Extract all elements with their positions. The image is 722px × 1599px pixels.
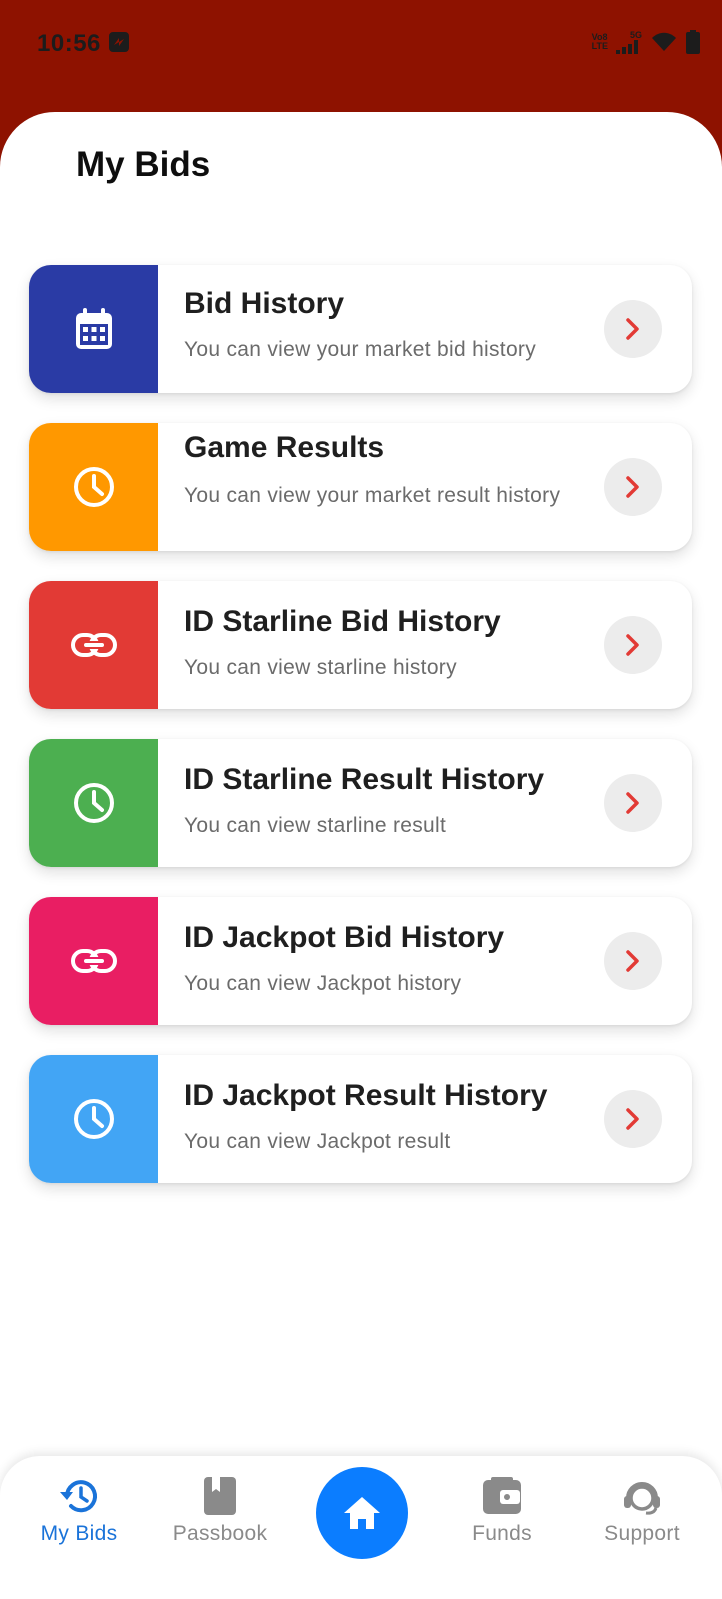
card-title: ID Starline Bid History — [184, 605, 501, 638]
history-icon — [60, 1480, 97, 1513]
card-title: Bid History — [184, 287, 345, 320]
card-game-results[interactable]: Game Results You can view your market re… — [29, 423, 692, 551]
card-starline-result-history[interactable]: ID Starline Result History You can view … — [29, 739, 692, 867]
card-jackpot-result-history[interactable]: ID Jackpot Result History You can view J… — [29, 1055, 692, 1183]
chevron-right-button[interactable] — [604, 932, 662, 990]
card-title: ID Starline Result History — [184, 763, 545, 796]
chevron-right-icon — [626, 634, 639, 656]
signal-icon — [616, 39, 638, 54]
card-title: ID Jackpot Result History — [184, 1079, 548, 1112]
chevron-right-icon — [626, 476, 639, 498]
chevron-right-button[interactable] — [604, 1090, 662, 1148]
page-title: My Bids — [76, 145, 211, 184]
wallet-icon — [483, 1477, 521, 1514]
nav-label: My Bids — [40, 1522, 118, 1545]
chevron-right-button[interactable] — [604, 300, 662, 358]
nav-item-support[interactable]: Support — [582, 1476, 702, 1546]
card-starline-bid-history[interactable]: ID Starline Bid History You can view sta… — [29, 581, 692, 709]
nav-item-my-bids[interactable]: My Bids — [19, 1476, 139, 1546]
chevron-right-icon — [626, 1108, 639, 1130]
card-title: Game Results — [184, 431, 385, 464]
link-icon — [70, 633, 117, 657]
card-subtitle: You can view starline history — [184, 656, 457, 679]
card-title: ID Jackpot Bid History — [184, 921, 505, 954]
nav-label: Passbook — [172, 1522, 268, 1545]
home-button[interactable] — [316, 1467, 408, 1559]
status-time: 10:56 — [37, 30, 101, 57]
card-icon-strip — [29, 581, 158, 709]
support-icon — [624, 1482, 660, 1515]
card-icon-strip — [29, 1055, 158, 1183]
chevron-right-icon — [626, 950, 639, 972]
network-gen-label: 5G — [629, 29, 642, 40]
card-subtitle: You can view starline result — [184, 814, 447, 837]
card-subtitle: You can view your market bid history — [184, 338, 537, 361]
chevron-right-button[interactable] — [604, 616, 662, 674]
chevron-right-button[interactable] — [604, 774, 662, 832]
card-icon-strip — [29, 423, 158, 551]
card-icon-strip — [29, 897, 158, 1025]
chevron-right-button[interactable] — [604, 458, 662, 516]
nav-item-funds[interactable]: Funds — [442, 1476, 562, 1546]
card-subtitle: You can view Jackpot history — [184, 972, 462, 995]
battery-icon — [686, 30, 700, 54]
network-indicator: Vo8 LTE — [592, 33, 608, 51]
book-icon — [204, 1477, 236, 1515]
home-icon — [344, 1497, 380, 1529]
clock-icon — [73, 1099, 114, 1139]
card-icon-strip — [29, 739, 158, 867]
chevron-right-icon — [626, 792, 639, 814]
link-icon — [70, 949, 117, 973]
nav-item-passbook[interactable]: Passbook — [160, 1476, 280, 1546]
card-bid-history[interactable]: Bid History You can view your market bid… — [29, 265, 692, 393]
chevron-right-icon — [626, 318, 639, 340]
clock-icon — [73, 467, 114, 507]
card-subtitle: You can view your market result history — [184, 484, 561, 507]
notification-app-icon — [109, 32, 129, 52]
card-jackpot-bid-history[interactable]: ID Jackpot Bid History You can view Jack… — [29, 897, 692, 1025]
card-subtitle: You can view Jackpot result — [184, 1130, 451, 1153]
signal-group: 5G — [616, 29, 642, 54]
card-icon-strip — [29, 265, 158, 393]
wifi-icon — [652, 32, 676, 51]
nav-label: Funds — [472, 1522, 532, 1545]
nav-label: Support — [604, 1522, 680, 1545]
clock-icon — [73, 783, 114, 823]
status-bar: 10:56 Vo8 LTE 5G — [0, 0, 722, 90]
calendar-icon — [75, 308, 112, 349]
system-icons: Vo8 LTE 5G — [592, 30, 700, 54]
lte-label: LTE — [591, 41, 608, 51]
